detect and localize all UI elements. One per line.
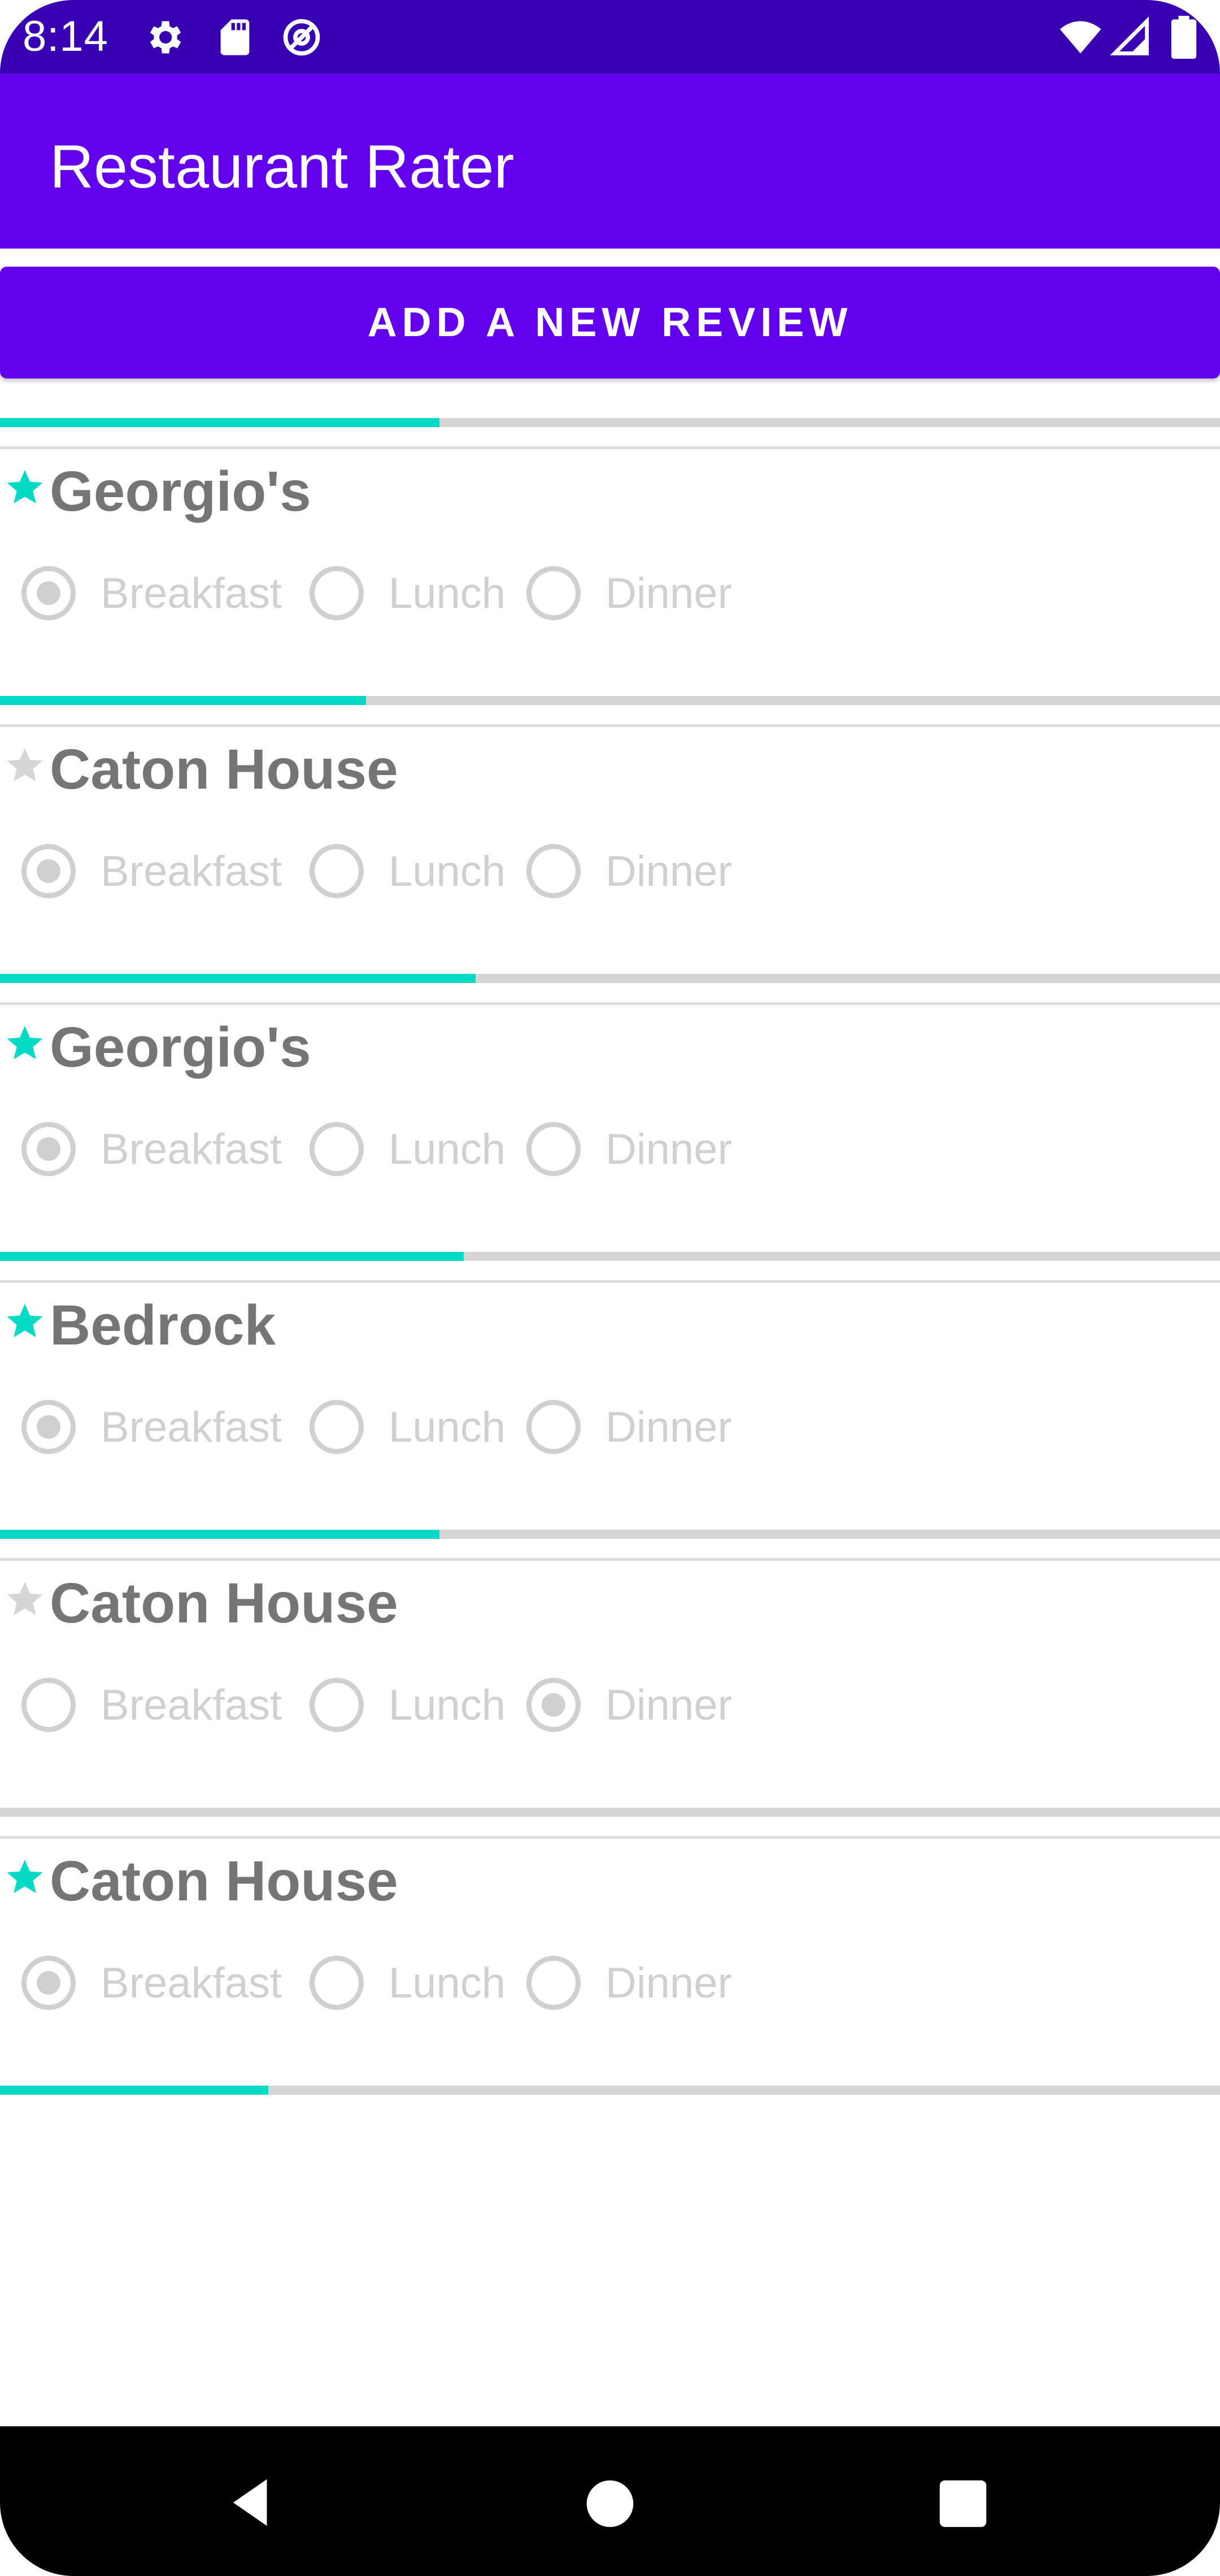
restaurant-name: Caton House [50,738,398,801]
restaurant-name: Bedrock [50,1294,276,1357]
meal-radio-dinner[interactable] [526,1956,581,2010]
meal-radio-lunch[interactable] [310,1678,364,1732]
battery-icon [1171,16,1197,59]
meal-radio-breakfast[interactable] [21,1122,76,1176]
home-icon[interactable] [579,2473,641,2535]
radio-selected-dot [542,1693,565,1717]
restaurant-name: Georgio's [50,1016,311,1079]
rating-bar-fill [0,1530,439,1539]
meal-label-lunch: Lunch [389,1681,506,1729]
favorite-star-icon[interactable] [5,1856,45,1897]
sd-card-icon [220,19,250,55]
meal-label-lunch: Lunch [389,1125,506,1173]
cell-signal-icon [1110,16,1149,55]
status-time: 8:14 [23,12,108,60]
meal-label-dinner: Dinner [605,1125,732,1173]
rating-bar [0,1252,1220,1261]
review-divider [0,1558,1220,1561]
favorite-star-icon[interactable] [5,467,45,507]
meal-label-dinner: Dinner [605,847,732,895]
meal-radio-lunch[interactable] [310,566,364,620]
favorite-star-icon[interactable] [5,1300,45,1341]
meal-radio-breakfast[interactable] [21,1956,76,2010]
radio-selected-dot [37,1971,60,1995]
meal-label-lunch: Lunch [389,569,506,617]
rating-bar-fill [0,2086,268,2095]
meal-radio-dinner[interactable] [526,844,581,898]
add-review-button[interactable]: ADD A NEW REVIEW [0,267,1220,378]
rating-bar-fill [0,696,366,705]
app-title: Restaurant Rater [50,132,515,201]
meal-label-breakfast: Breakfast [101,1959,282,2007]
review-divider [0,724,1220,727]
meal-label-breakfast: Breakfast [101,569,282,617]
recents-icon[interactable] [932,2473,994,2535]
review-divider [0,1836,1220,1839]
review-divider [0,446,1220,449]
meal-radio-breakfast[interactable] [21,1678,76,1732]
meal-label-dinner: Dinner [605,1959,732,2007]
meal-radio-dinner[interactable] [526,1122,581,1176]
meal-label-dinner: Dinner [605,1403,732,1451]
wifi-icon [1060,21,1101,54]
review-divider [0,1002,1220,1005]
review-divider [0,1280,1220,1283]
meal-label-lunch: Lunch [389,1959,506,2007]
meal-radio-dinner[interactable] [526,566,581,620]
meal-label-lunch: Lunch [389,847,506,895]
meal-label-breakfast: Breakfast [101,1681,282,1729]
at-sign-icon [283,19,320,56]
meal-radio-breakfast[interactable] [21,1400,76,1454]
rating-bar-fill [0,974,476,983]
meal-label-breakfast: Breakfast [101,1125,282,1173]
favorite-star-icon[interactable] [5,1022,45,1063]
rating-bar [0,1808,1220,1817]
rating-bar [0,2086,1220,2095]
rating-bar [0,696,1220,705]
meal-radio-lunch[interactable] [310,1122,364,1176]
radio-selected-dot [37,581,60,605]
status-bar: 8:14 [0,0,1220,73]
radio-selected-dot [37,1415,60,1439]
navigation-bar [0,2426,1220,2576]
rating-bar [0,1530,1220,1539]
app-bar: Restaurant Rater [0,73,1220,249]
rating-bar-fill [0,1252,464,1261]
meal-radio-breakfast[interactable] [21,566,76,620]
favorite-star-icon[interactable] [5,745,45,785]
meal-radio-lunch[interactable] [310,844,364,898]
meal-label-lunch: Lunch [389,1403,506,1451]
meal-radio-lunch[interactable] [310,1956,364,2010]
restaurant-name: Caton House [50,1850,398,1913]
rating-bar-fill [0,418,439,427]
back-icon[interactable] [220,2471,282,2534]
meal-label-dinner: Dinner [605,569,732,617]
favorite-star-icon[interactable] [5,1578,45,1619]
meal-radio-dinner[interactable] [526,1400,581,1454]
meal-radio-lunch[interactable] [310,1400,364,1454]
meal-label-dinner: Dinner [605,1681,732,1729]
meal-radio-breakfast[interactable] [21,844,76,898]
rating-bar [0,418,1220,427]
app-screen: 8:14 Restaurant Rater ADD A NEW REVIEW G… [0,0,1220,2576]
radio-selected-dot [37,1137,60,1161]
restaurant-name: Georgio's [50,460,311,523]
meal-radio-dinner[interactable] [526,1678,581,1732]
restaurant-name: Caton House [50,1572,398,1635]
meal-label-breakfast: Breakfast [101,1403,282,1451]
meal-label-breakfast: Breakfast [101,847,282,895]
rating-bar [0,974,1220,983]
radio-selected-dot [37,859,60,883]
gear-icon [150,21,181,54]
